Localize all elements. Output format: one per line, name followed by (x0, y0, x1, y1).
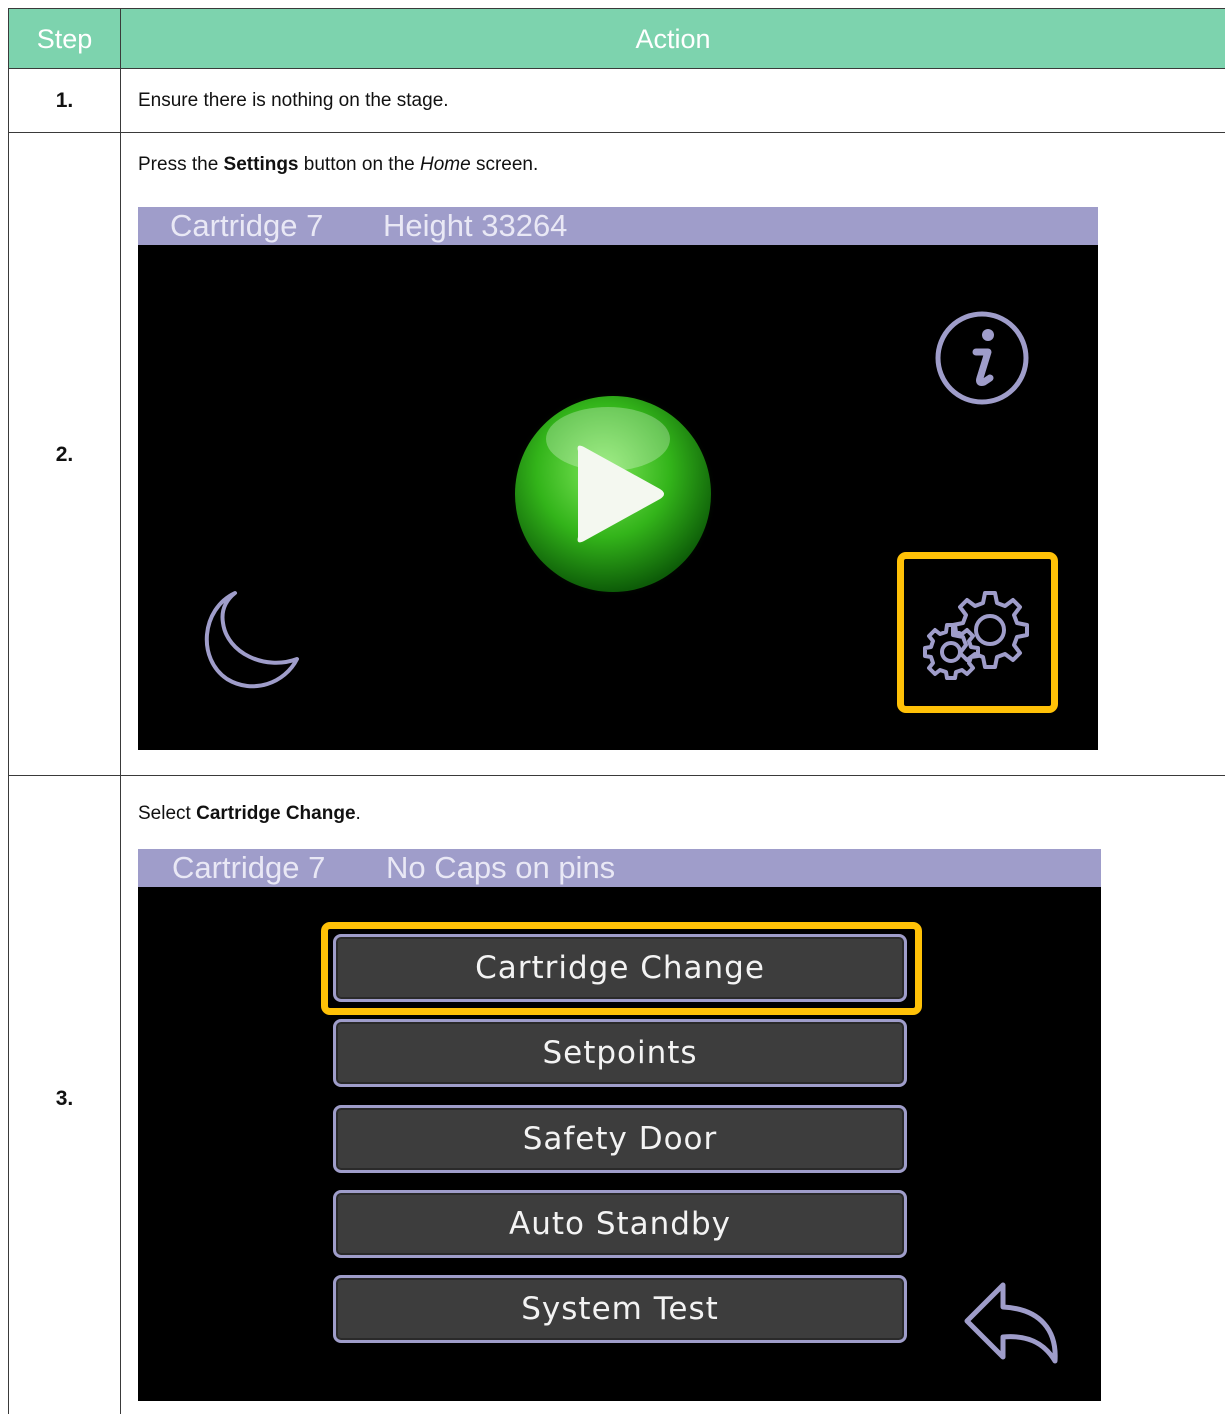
back-arrow-icon[interactable] (963, 1281, 1063, 1366)
header-action: Action (121, 8, 1225, 69)
action-cell: Ensure there is nothing on the stage. (121, 69, 1225, 133)
grid-line (8, 775, 1225, 776)
table-row: 3. Select Cartridge Change. Cartridge 7 … (8, 776, 1225, 1414)
home-screen: Cartridge 7 Height 33264 (138, 207, 1098, 750)
gear-icon[interactable] (923, 585, 1031, 685)
info-icon[interactable] (932, 308, 1032, 408)
auto-standby-button[interactable]: Auto Standby (333, 1190, 907, 1258)
action-cell: Select Cartridge Change. Cartridge 7 No … (121, 776, 1225, 1414)
table-row: 2. Press the Settings button on the Home… (8, 133, 1225, 776)
settings-screen: Cartridge 7 No Caps on pins Cartridge Ch… (138, 849, 1101, 1401)
grid-line (8, 69, 9, 1414)
play-icon[interactable] (508, 389, 718, 599)
settings-label: Settings (223, 154, 299, 175)
caps-status: No Caps on pins (386, 850, 616, 885)
height-status: Height 33264 (383, 208, 568, 243)
status-bar: Cartridge 7 No Caps on pins (138, 849, 1101, 887)
cartridge-change-button[interactable]: Cartridge Change (333, 934, 907, 1002)
action-text: Select Cartridge Change. (138, 803, 361, 824)
status-bar: Cartridge 7 Height 33264 (138, 207, 1098, 245)
step-number: 2. (55, 442, 74, 466)
table-row: 1. Ensure there is nothing on the stage. (8, 69, 1225, 133)
home-label: Home (420, 154, 471, 175)
header-step: Step (8, 8, 121, 69)
grid-line (120, 69, 121, 1414)
moon-icon[interactable] (193, 587, 303, 697)
system-test-button[interactable]: System Test (333, 1275, 907, 1343)
action-text: Press the Settings button on the Home sc… (138, 154, 539, 175)
grid-line (8, 132, 1225, 133)
action-text: Ensure there is nothing on the stage. (138, 90, 449, 111)
procedure-table: Step Action 1. Ensure there is nothing o… (8, 8, 1225, 1414)
step-number: 1. (55, 89, 74, 112)
cartridge-status: Cartridge 7 (172, 850, 326, 885)
setpoints-button[interactable]: Setpoints (333, 1019, 907, 1087)
step-number: 3. (55, 1087, 74, 1110)
safety-door-button[interactable]: Safety Door (333, 1105, 907, 1173)
cartridge-change-label: Cartridge Change (196, 803, 356, 824)
cartridge-status: Cartridge 7 (170, 208, 324, 243)
action-cell: Press the Settings button on the Home sc… (121, 133, 1225, 776)
